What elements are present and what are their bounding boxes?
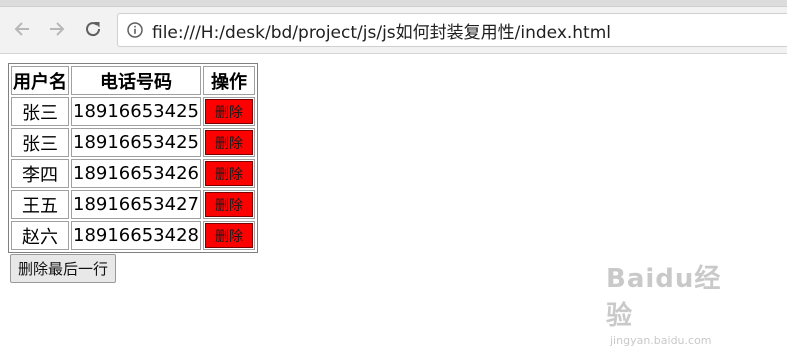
cell-action: 删除 [202,97,255,126]
cell-phone: 18916653426 [71,159,201,188]
baidu-jingyan-watermark: Baidu经验 jingyan.baidu.com [606,258,746,347]
header-action: 操作 [202,66,255,95]
cell-phone: 18916653427 [71,190,201,219]
address-bar[interactable] [117,13,787,47]
arrow-right-icon [50,22,65,36]
cell-action: 删除 [202,190,255,219]
table-row: 李四 18916653426 删除 [11,159,255,188]
cell-username: 王五 [11,190,69,219]
delete-row-button[interactable]: 删除 [204,192,253,217]
user-table: 用户名 电话号码 操作 张三 18916653425 删除 张三 1891665… [8,63,258,253]
watermark-url: jingyan.baidu.com [610,334,712,347]
back-button[interactable] [8,15,36,43]
info-icon[interactable] [127,22,143,38]
url-input[interactable] [152,14,787,46]
header-username: 用户名 [11,66,69,95]
cell-phone: 18916653425 [71,97,201,126]
reload-button[interactable] [79,15,107,43]
table-row: 赵六 18916653428 删除 [11,221,255,250]
cell-action: 删除 [202,221,255,250]
cell-username: 张三 [11,128,69,157]
table-row: 张三 18916653425 删除 [11,97,255,126]
watermark-logo-text: Baidu经验 [606,264,722,331]
cell-username: 赵六 [11,221,69,250]
delete-row-button[interactable]: 删除 [204,130,253,155]
table-row: 王五 18916653427 删除 [11,190,255,219]
cell-action: 删除 [202,128,255,157]
table-row: 张三 18916653425 删除 [11,128,255,157]
delete-row-button[interactable]: 删除 [204,161,253,186]
cell-action: 删除 [202,159,255,188]
delete-last-row-button[interactable]: 删除最后一行 [10,254,117,283]
cell-phone: 18916653425 [71,128,201,157]
page-content: 用户名 电话号码 操作 张三 18916653425 删除 张三 1891665… [8,63,258,283]
browser-toolbar [0,7,787,54]
cell-username: 李四 [11,159,69,188]
cell-username: 张三 [11,97,69,126]
table-header-row: 用户名 电话号码 操作 [11,66,255,95]
cell-phone: 18916653428 [71,221,201,250]
header-phone: 电话号码 [71,66,201,95]
forward-button[interactable] [43,15,71,43]
arrow-left-icon [14,22,29,36]
browser-tab-strip [0,0,787,7]
delete-row-button[interactable]: 删除 [204,99,253,124]
delete-row-button[interactable]: 删除 [204,223,253,248]
reload-icon [86,22,101,37]
